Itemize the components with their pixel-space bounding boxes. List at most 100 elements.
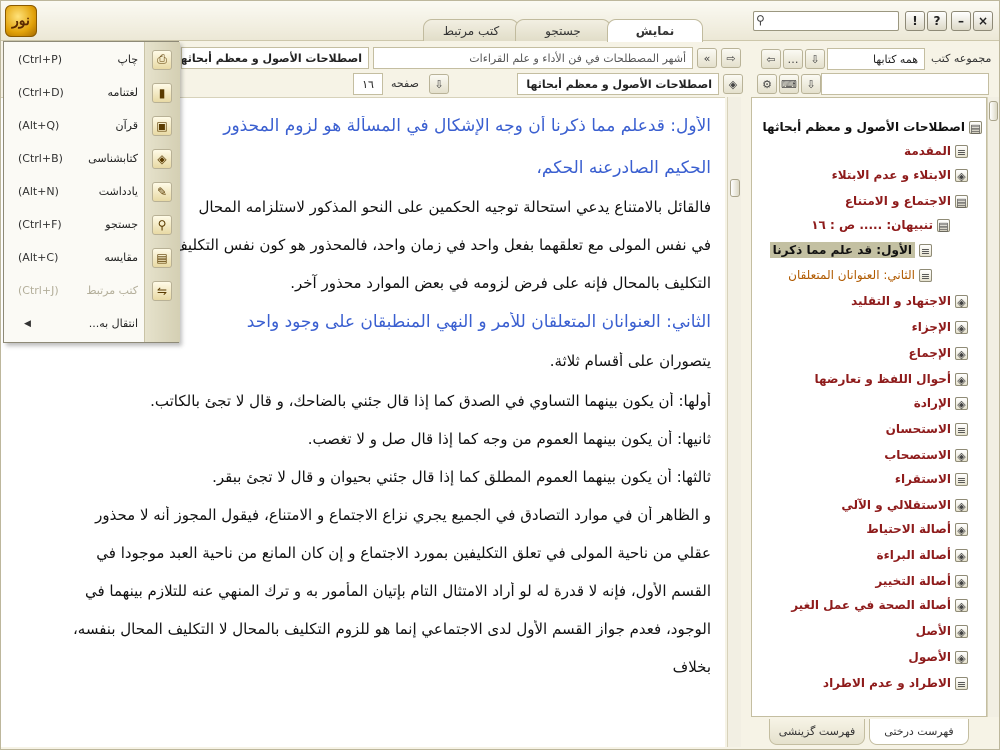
menu-item-related-books[interactable]: (Ctrl+J) کتب مرتبط ⇋ — [4, 274, 180, 307]
tag-icon: ◈ — [955, 498, 968, 513]
text-line-8: أولها: أن يكون بينهما التساوي في الصدق ك… — [150, 392, 711, 410]
tools-icon[interactable]: ⚙ — [757, 74, 777, 94]
page-icon: ≡ — [955, 422, 968, 437]
search-icon: ⚲ — [152, 214, 172, 235]
linked-books-icon: ⇋ — [152, 280, 172, 301]
tree-item-label: الإجزاء — [911, 320, 951, 334]
page-down-icon[interactable]: ⇩ — [429, 74, 449, 94]
tree-item[interactable]: ◈ الإرادة — [762, 396, 982, 411]
tools-popup-menu: (Ctrl+P) چاپ ⎙ (Ctrl+D) لغتنامه ▮ (Alt+Q… — [3, 41, 180, 343]
menu-item-search[interactable]: (Ctrl+F) جستجو ⚲ — [4, 208, 180, 241]
tab-search[interactable]: جستجو — [515, 19, 611, 41]
help-button[interactable]: ? — [927, 11, 947, 31]
menu-label: مقایسه — [104, 251, 138, 264]
tree-item-selected[interactable]: ≡ الأول: قد علم مما ذكرنا — [762, 242, 982, 258]
dictionary-icon: ▮ — [152, 82, 172, 103]
compare-icon: ▤ — [152, 247, 172, 268]
tree-item[interactable]: ◈ أصالة البراءة — [762, 548, 982, 563]
tree-item[interactable]: ≡ المقدمة — [762, 144, 982, 159]
menu-label: انتقال به... — [88, 317, 138, 330]
tree-panel: ▤ اصطلاحات الأصول و معظم أبحاثها ≡ المقدمة… — [751, 97, 987, 717]
book-title-tab[interactable]: اصطلاحات الأصول و معظم أبحاثها — [181, 47, 369, 69]
page-number-input[interactable]: ١٦ — [353, 73, 383, 95]
tree-item[interactable]: ◈ الابتلاء و عدم الابتلاء — [762, 168, 982, 183]
tree-item[interactable]: ◈ الإجزاء — [762, 320, 982, 335]
tree-item[interactable]: ◈ أصالة التخيير — [762, 574, 982, 589]
tab-display[interactable]: نمایش — [607, 19, 703, 42]
close-button[interactable]: × — [973, 11, 993, 31]
book-group-select[interactable]: همه کتابها — [827, 48, 925, 70]
more-options-icon[interactable]: … — [783, 49, 803, 69]
menu-item-compare[interactable]: (Alt+C) مقایسه ▤ — [4, 241, 180, 274]
tree-scrollbar[interactable] — [987, 97, 999, 717]
tree-item[interactable]: ◈ أصالة الصحة في عمل الغير — [762, 598, 982, 613]
tree-item[interactable]: ◈ أحوال اللفظ و تعارضها — [762, 372, 982, 387]
submenu-arrow-icon: ◀ — [24, 318, 31, 329]
menu-item-print[interactable]: (Ctrl+P) چاپ ⎙ — [4, 43, 180, 76]
menu-shortcut: (Ctrl+D) — [18, 86, 64, 99]
keyboard-icon[interactable]: ⌨ — [779, 74, 799, 94]
menu-item-bibliography[interactable]: (Ctrl+B) کتابشناسی ◈ — [4, 142, 180, 175]
global-search-input[interactable]: ⚲ — [753, 11, 899, 31]
tag-icon: ◈ — [955, 168, 968, 183]
group-down-icon[interactable]: ⇩ — [805, 49, 825, 69]
printer-icon: ⎙ — [152, 49, 172, 70]
menu-label: یادداشت — [98, 185, 138, 198]
app-logo[interactable]: نور — [5, 5, 37, 37]
forward-arrow-icon[interactable]: ⇨ — [721, 48, 741, 68]
reader-scroll-thumb[interactable] — [730, 179, 740, 197]
tree-item[interactable]: ▤ اصطلاحات الأصول و معظم أبحاثها — [762, 120, 982, 135]
page-label: صفحه — [391, 77, 419, 90]
page-icon: ≡ — [919, 243, 932, 258]
info-button[interactable]: ! — [905, 11, 925, 31]
tree-item[interactable]: ▤ الاجتماع و الامتناع — [762, 194, 982, 209]
page-icon: ≡ — [955, 472, 968, 487]
book-select-value: اصطلاحات الأصول و معظم أبحاثها — [526, 77, 712, 91]
menu-item-note[interactable]: (Alt+N) یادداشت ✎ — [4, 175, 180, 208]
related-book-tab[interactable]: أشهر المصطلحات في فن الأداء و علم القراء… — [373, 47, 693, 69]
tree-item[interactable]: ◈ الأصول — [762, 650, 982, 665]
text-line-11: و الظاهر أن في موارد التصادق في الجميع ي… — [95, 506, 711, 524]
menu-item-dictionary[interactable]: (Ctrl+D) لغتنامه ▮ — [4, 76, 180, 109]
tag-icon: ◈ — [955, 522, 968, 537]
tree-item[interactable]: ◈ الأصل — [762, 624, 982, 639]
menu-label: کتب مرتبط — [86, 284, 138, 297]
menu-shortcut: (Alt+N) — [18, 185, 59, 198]
reader-scrollbar[interactable] — [727, 97, 741, 747]
menu-item-goto[interactable]: ◀ انتقال به... — [4, 307, 180, 340]
tree-item[interactable]: ◈ الاستصحاب — [762, 448, 982, 463]
tab-tree-index[interactable]: فهرست درختی — [869, 719, 969, 745]
book-icon: ▤ — [955, 194, 968, 209]
back-arrow-icon[interactable]: ⇦ — [761, 49, 781, 69]
tab-related-books[interactable]: کتب مرتبط — [423, 19, 519, 41]
text-line-9: ثانيها: أن يكون بينهما العموم من وجه كما… — [307, 430, 711, 448]
tab-selective-index[interactable]: فهرست گزینشی — [769, 719, 865, 745]
bookmark-icon[interactable]: ◈ — [723, 74, 743, 94]
tree-item[interactable]: ◈ الاجتهاد و التقليد — [762, 294, 982, 309]
tag-icon: ◈ — [955, 574, 968, 589]
tree-item-label: أصالة التخيير — [875, 574, 951, 588]
prev-arrow-icon[interactable]: « — [697, 48, 717, 68]
menu-shortcut: (Ctrl+P) — [18, 53, 63, 66]
note-icon: ✎ — [152, 181, 172, 202]
minimize-button[interactable]: – — [951, 11, 971, 31]
book-title-label: اصطلاحات الأصول و معظم أبحاثها — [181, 51, 362, 65]
tree-item-label: الاجتهاد و التقليد — [851, 294, 951, 308]
tree-item[interactable]: ◈ الاستقلالي و الآلي — [762, 498, 982, 513]
tree-item[interactable]: ◈ الإجماع — [762, 346, 982, 361]
filter-down-icon[interactable]: ⇩ — [801, 74, 821, 94]
tree-scroll-thumb[interactable] — [989, 101, 998, 121]
tree-item[interactable]: ◈ أصالة الاحتياط — [762, 522, 982, 537]
tree-item[interactable]: ≡ الاستقراء — [762, 472, 982, 487]
tree-item[interactable]: ▤ تنبيهان: ..... ص : ١٦ — [762, 218, 982, 233]
tree-item-label: الأصل — [915, 624, 951, 638]
tree-filter-input[interactable] — [821, 73, 989, 95]
tree-item[interactable]: ≡ الاطراد و عدم الاطراد — [762, 676, 982, 691]
menu-item-quran[interactable]: (Alt+Q) قرآن ▣ — [4, 109, 180, 142]
menu-shortcut: (Ctrl+J) — [18, 284, 59, 297]
tree-item[interactable]: ≡ الثاني: العنوانان المتعلقان — [762, 268, 982, 283]
book-select[interactable]: اصطلاحات الأصول و معظم أبحاثها — [517, 73, 719, 95]
page-number-value: ١٦ — [362, 77, 374, 91]
tree-item[interactable]: ≡ الاستحسان — [762, 422, 982, 437]
tree-item-label: الاطراد و عدم الاطراد — [822, 676, 951, 690]
